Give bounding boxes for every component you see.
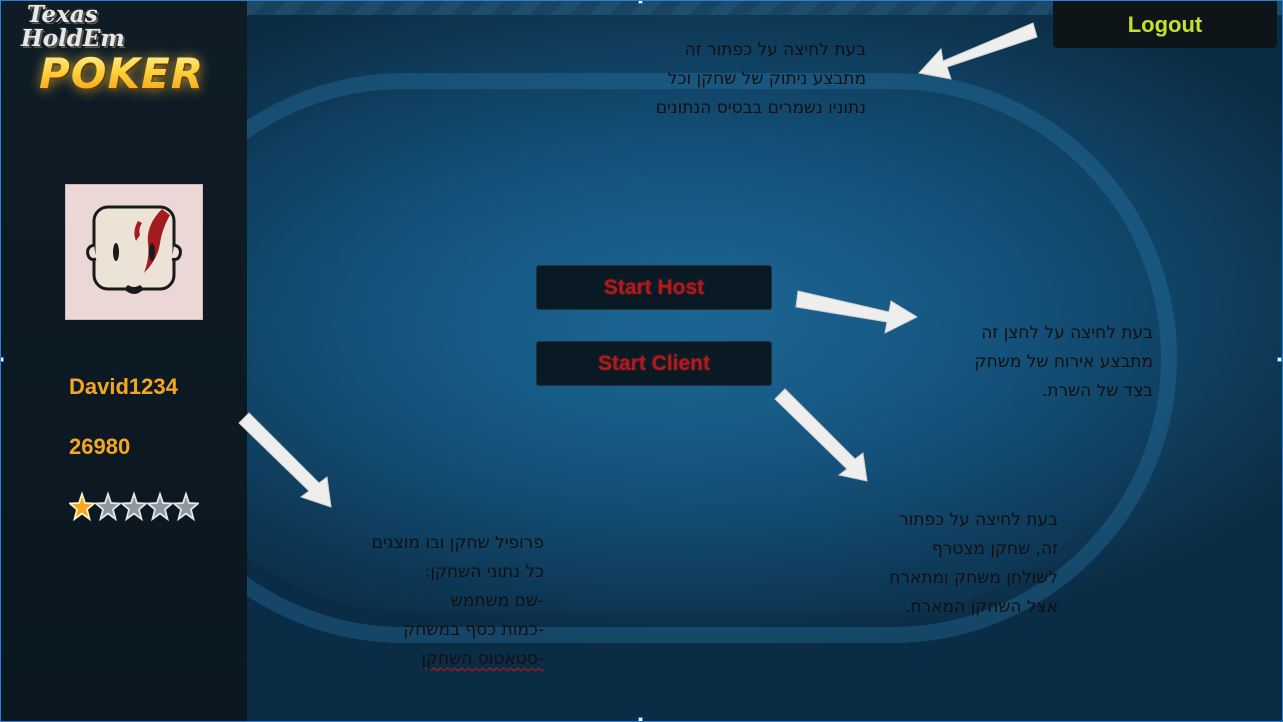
start-host-button[interactable]: Start Host xyxy=(536,265,772,310)
selection-handle xyxy=(638,717,643,721)
star-empty-icon xyxy=(147,491,173,522)
annotation-line: בצד של השרת. xyxy=(1041,381,1153,401)
player-avatar xyxy=(65,184,203,320)
annotation-line: מתבצע אירוח של משחק xyxy=(974,352,1153,372)
star-empty-icon xyxy=(95,491,121,522)
star-filled-icon xyxy=(69,491,95,522)
annotation-line: מתבצע ניתוק של שחקן וכל xyxy=(667,69,866,89)
logout-annotation: בעת לחיצה על כפתור זה מתבצע ניתוק של שחק… xyxy=(581,36,866,123)
star-empty-icon xyxy=(121,491,147,522)
annotation-line: זה, שחקן מצטרף xyxy=(931,539,1058,559)
start-client-button[interactable]: Start Client xyxy=(536,341,772,386)
logout-button[interactable]: Logout xyxy=(1053,1,1277,48)
annotation-line: בעת לחיצה על לחצן זה xyxy=(981,323,1153,343)
texas-holdem-poker-logo: Texas HoldEm POKER xyxy=(17,1,243,105)
start-host-annotation: בעת לחיצה על לחצן זה מתבצע אירוח של משחק… xyxy=(901,319,1153,406)
profile-annotation: פרופיל שחקן ובו מוצגים כל נתוני השחקן: -… xyxy=(301,529,544,674)
annotation-line: כל נתוני השחקן: xyxy=(424,562,544,582)
annotation-line: בעת לחיצה על כפתור זה xyxy=(684,40,866,60)
annotation-line: -סטאטוס השחקן xyxy=(301,645,544,674)
selection-handle xyxy=(638,1,643,4)
selection-handle xyxy=(1,357,4,362)
spellcheck-underlined-text: -סטאטוס השחקן xyxy=(421,649,544,669)
game-lobby-screen: Texas HoldEm POKER David1234 26980 Logou… xyxy=(0,0,1283,722)
annotation-line: לשולחן משחק ומתארח xyxy=(889,568,1058,588)
annotation-line: אצל השחקן המארח. xyxy=(905,597,1058,617)
annotation-line: -שם משתמש xyxy=(450,591,544,611)
player-money: 26980 xyxy=(69,434,131,459)
start-client-annotation: בעת לחיצה על כפתור זה, שחקן מצטרף לשולחן… xyxy=(821,506,1058,622)
logo-text-texas: Texas xyxy=(27,1,98,28)
star-empty-icon xyxy=(173,491,199,522)
logo-text-poker: POKER xyxy=(39,49,205,98)
annotation-line: -כמות כסף במשחק xyxy=(403,620,544,640)
annotation-line: בעת לחיצה על כפתור xyxy=(899,510,1058,530)
player-username: David1234 xyxy=(69,374,178,399)
logo-text-holdem: HoldEm xyxy=(21,25,125,52)
annotation-line: פרופיל שחקן ובו מוצגים xyxy=(371,533,544,553)
player-rating-stars xyxy=(69,491,199,525)
annotation-line: נתוניו נשמרים בבסיס הנתונים xyxy=(655,98,866,118)
selection-handle xyxy=(1277,357,1282,362)
player-sidebar: Texas HoldEm POKER David1234 26980 xyxy=(1,1,247,721)
bald-face-avatar-icon xyxy=(86,205,182,294)
